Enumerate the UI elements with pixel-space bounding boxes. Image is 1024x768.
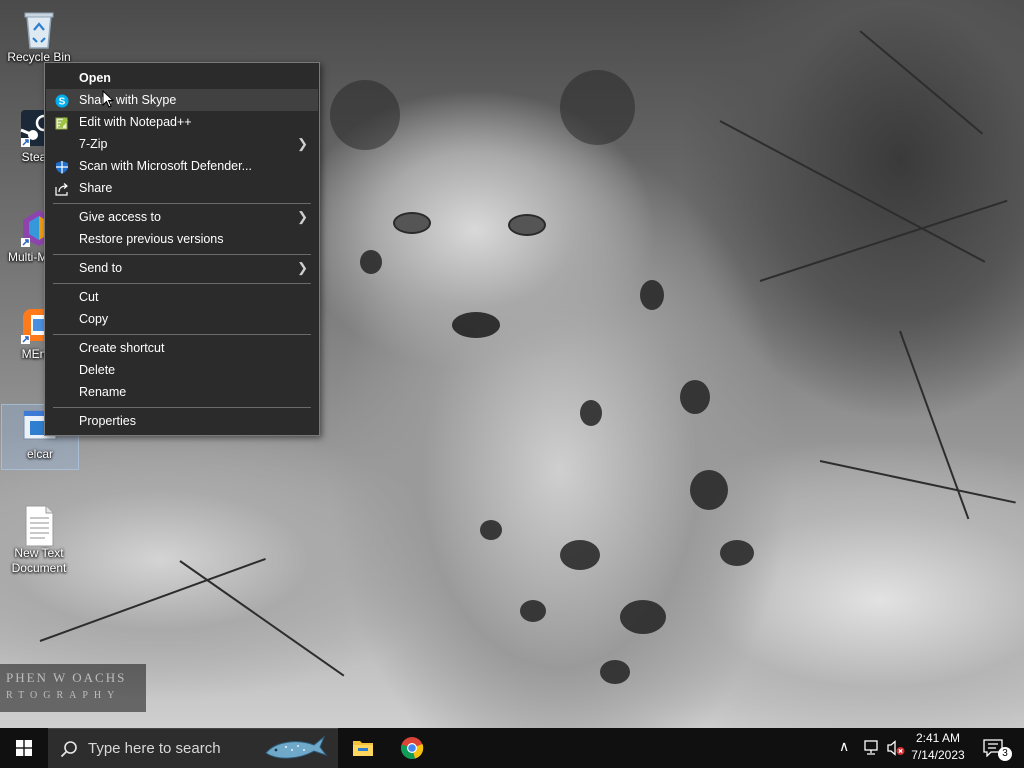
branch [859,30,984,135]
menu-item-restore-previous-versions[interactable]: Restore previous versions [46,228,318,250]
menu-separator [53,254,311,255]
volume-muted-icon[interactable] [886,740,906,756]
menu-item-cut[interactable]: Cut [46,286,318,308]
whale-shark-search-highlight-icon [265,735,328,759]
chevron-up-icon[interactable]: ∧ [839,738,849,755]
menu-separator [53,407,311,408]
windows-logo-icon [16,740,32,756]
menu-item-open[interactable]: Open [46,67,318,89]
leopard-spot [680,380,710,414]
watermark-line-2: RTOGRAPHY [6,690,121,701]
search-placeholder: Type here to search [88,740,221,757]
menu-item-label: 7-Zip [79,137,108,151]
taskbar-file-explorer[interactable] [338,728,386,768]
menu-item-label: Scan with Microsoft Defender... [79,159,252,173]
menu-separator [53,283,311,284]
photographer-watermark: PHEN W OACHS RTOGRAPHY [0,664,146,712]
menu-item-share[interactable]: Share [46,177,318,199]
menu-item-create-shortcut[interactable]: Create shortcut [46,337,318,359]
mouse-cursor-icon [102,89,115,113]
leopard-spot [520,600,546,622]
menu-item-label: Properties [79,414,136,428]
menu-item-send-to[interactable]: Send to ❯ [46,257,318,279]
branch [719,120,986,263]
desktop-icon-recycle-bin[interactable]: Recycle Bin [1,8,77,65]
menu-item-label: Edit with Notepad++ [79,115,192,129]
menu-item-label: Restore previous versions [79,232,224,246]
branch [179,560,345,677]
taskbar-search-box[interactable]: Type here to search [48,728,338,768]
leopard-spot [600,660,630,684]
leopard-spot [720,540,754,566]
notepadpp-icon [55,115,69,130]
leopard-ear-right [560,70,635,145]
menu-item-label: Rename [79,385,127,399]
leopard-spot [480,520,502,540]
recycle-bin-icon [19,8,59,49]
file-explorer-icon [353,741,373,756]
chevron-right-icon: ❯ [297,136,308,151]
leopard-nose [452,312,500,338]
desktop-icon-label: New Text Document [11,546,67,575]
menu-item-label: Share [79,181,113,195]
taskbar: Type here to search ∧ 2:41 AM 7/14/2023 … [0,728,1024,768]
branch [819,460,1016,504]
chevron-right-icon: ❯ [297,209,308,224]
leopard-spot [560,540,600,570]
clock-time: 2:41 AM [915,731,961,745]
menu-separator [53,203,311,204]
leopard-eye-right [508,214,546,236]
taskbar-clock[interactable]: 2:41 AM 7/14/2023 [905,730,971,764]
branch [759,199,1008,282]
menu-item-label: Cut [79,290,99,304]
svg-text:S: S [59,97,66,108]
menu-item-rename[interactable]: Rename [46,381,318,403]
desktop-icon-new-text-document[interactable]: New Text Document [1,504,77,576]
leopard-ear-left [330,80,400,150]
leopard-eye-left [393,212,431,234]
menu-item-label: Send to [79,261,123,275]
menu-item-label: Open [79,71,111,85]
menu-item-label: Give access to [79,210,161,224]
watermark-line-1: PHEN W OACHS [6,670,127,685]
action-center-button[interactable]: 3 [978,728,1024,768]
leopard-spot [690,470,728,510]
menu-item-delete[interactable]: Delete [46,359,318,381]
clock-date: 7/14/2023 [911,748,965,762]
menu-separator [53,334,311,335]
menu-item-label: Share with Skype [79,93,177,107]
menu-item-share-with-skype[interactable]: S Share with Skype [46,89,318,111]
leopard-spot [580,400,602,426]
menu-item-properties[interactable]: Properties [46,410,318,432]
share-icon [55,181,69,196]
context-menu: Open S Share with Skype Edit with Notepa… [44,62,320,436]
menu-item-edit-with-notepadpp[interactable]: Edit with Notepad++ [46,111,318,133]
network-icon[interactable] [862,740,880,756]
skype-icon: S [55,93,69,108]
menu-item-scan-with-defender[interactable]: Scan with Microsoft Defender... [46,155,318,177]
defender-shield-icon [55,159,69,174]
leopard-spot [640,280,664,310]
desktop-icon-label: elcar [26,447,53,461]
start-button[interactable] [0,728,48,768]
menu-item-label: Delete [79,363,116,377]
menu-item-7-zip[interactable]: 7-Zip ❯ [46,133,318,155]
chevron-right-icon: ❯ [297,260,308,275]
menu-item-label: Copy [79,312,109,326]
notification-count-badge: 3 [998,747,1012,761]
menu-item-copy[interactable]: Copy [46,308,318,330]
taskbar-chrome[interactable] [388,728,436,768]
chrome-icon [401,737,424,760]
text-document-icon [19,504,59,547]
leopard-spot [620,600,666,634]
menu-item-label: Create shortcut [79,341,165,355]
menu-item-give-access-to[interactable]: Give access to ❯ [46,206,318,228]
leopard-spot [360,250,382,274]
search-icon [60,741,77,758]
